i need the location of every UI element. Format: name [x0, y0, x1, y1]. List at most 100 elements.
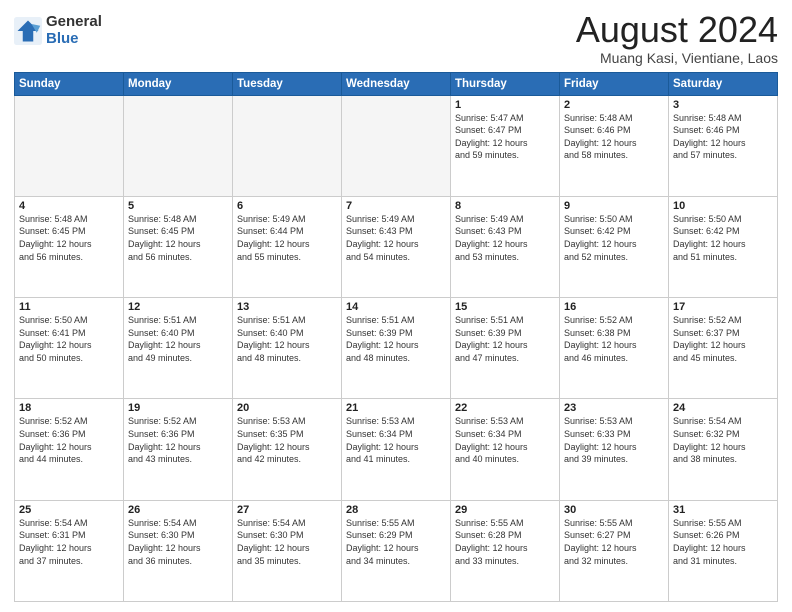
logo: General Blue	[14, 14, 102, 47]
calendar-week-3: 11Sunrise: 5:50 AM Sunset: 6:41 PM Dayli…	[15, 298, 778, 399]
day-info: Sunrise: 5:53 AM Sunset: 6:33 PM Dayligh…	[564, 415, 664, 465]
calendar-cell: 20Sunrise: 5:53 AM Sunset: 6:35 PM Dayli…	[233, 399, 342, 500]
day-number: 2	[564, 99, 664, 111]
calendar-cell: 16Sunrise: 5:52 AM Sunset: 6:38 PM Dayli…	[560, 298, 669, 399]
calendar-week-4: 18Sunrise: 5:52 AM Sunset: 6:36 PM Dayli…	[15, 399, 778, 500]
day-info: Sunrise: 5:53 AM Sunset: 6:34 PM Dayligh…	[455, 415, 555, 465]
day-info: Sunrise: 5:52 AM Sunset: 6:38 PM Dayligh…	[564, 314, 664, 364]
calendar-cell: 9Sunrise: 5:50 AM Sunset: 6:42 PM Daylig…	[560, 196, 669, 297]
day-info: Sunrise: 5:49 AM Sunset: 6:43 PM Dayligh…	[455, 213, 555, 263]
col-tuesday: Tuesday	[233, 72, 342, 95]
day-info: Sunrise: 5:50 AM Sunset: 6:41 PM Dayligh…	[19, 314, 119, 364]
day-number: 3	[673, 99, 773, 111]
day-info: Sunrise: 5:49 AM Sunset: 6:43 PM Dayligh…	[346, 213, 446, 263]
calendar-cell: 1Sunrise: 5:47 AM Sunset: 6:47 PM Daylig…	[451, 95, 560, 196]
day-info: Sunrise: 5:51 AM Sunset: 6:40 PM Dayligh…	[128, 314, 228, 364]
day-number: 13	[237, 301, 337, 313]
day-number: 24	[673, 402, 773, 414]
calendar-cell: 27Sunrise: 5:54 AM Sunset: 6:30 PM Dayli…	[233, 500, 342, 601]
day-number: 18	[19, 402, 119, 414]
day-info: Sunrise: 5:50 AM Sunset: 6:42 PM Dayligh…	[564, 213, 664, 263]
day-info: Sunrise: 5:55 AM Sunset: 6:28 PM Dayligh…	[455, 517, 555, 567]
day-info: Sunrise: 5:48 AM Sunset: 6:45 PM Dayligh…	[19, 213, 119, 263]
header: General Blue August 2024 Muang Kasi, Vie…	[14, 10, 778, 66]
logo-text: General Blue	[46, 14, 102, 47]
calendar-cell: 30Sunrise: 5:55 AM Sunset: 6:27 PM Dayli…	[560, 500, 669, 601]
calendar-week-5: 25Sunrise: 5:54 AM Sunset: 6:31 PM Dayli…	[15, 500, 778, 601]
calendar-cell	[15, 95, 124, 196]
day-info: Sunrise: 5:52 AM Sunset: 6:36 PM Dayligh…	[128, 415, 228, 465]
calendar-cell: 23Sunrise: 5:53 AM Sunset: 6:33 PM Dayli…	[560, 399, 669, 500]
day-info: Sunrise: 5:53 AM Sunset: 6:35 PM Dayligh…	[237, 415, 337, 465]
calendar-cell: 24Sunrise: 5:54 AM Sunset: 6:32 PM Dayli…	[669, 399, 778, 500]
day-number: 15	[455, 301, 555, 313]
calendar-cell	[124, 95, 233, 196]
day-number: 11	[19, 301, 119, 313]
calendar-cell	[342, 95, 451, 196]
calendar-cell	[233, 95, 342, 196]
main-title: August 2024	[576, 10, 778, 50]
day-number: 28	[346, 504, 446, 516]
day-number: 30	[564, 504, 664, 516]
calendar-cell: 25Sunrise: 5:54 AM Sunset: 6:31 PM Dayli…	[15, 500, 124, 601]
day-number: 10	[673, 200, 773, 212]
title-block: August 2024 Muang Kasi, Vientiane, Laos	[576, 10, 778, 66]
calendar-cell: 19Sunrise: 5:52 AM Sunset: 6:36 PM Dayli…	[124, 399, 233, 500]
day-number: 17	[673, 301, 773, 313]
logo-icon	[14, 17, 42, 45]
page: General Blue August 2024 Muang Kasi, Vie…	[0, 0, 792, 612]
calendar-week-1: 1Sunrise: 5:47 AM Sunset: 6:47 PM Daylig…	[15, 95, 778, 196]
day-number: 26	[128, 504, 228, 516]
calendar-cell: 14Sunrise: 5:51 AM Sunset: 6:39 PM Dayli…	[342, 298, 451, 399]
logo-blue-text: Blue	[46, 31, 102, 48]
calendar-cell: 28Sunrise: 5:55 AM Sunset: 6:29 PM Dayli…	[342, 500, 451, 601]
day-number: 27	[237, 504, 337, 516]
day-number: 29	[455, 504, 555, 516]
day-info: Sunrise: 5:51 AM Sunset: 6:40 PM Dayligh…	[237, 314, 337, 364]
calendar-cell: 11Sunrise: 5:50 AM Sunset: 6:41 PM Dayli…	[15, 298, 124, 399]
calendar-cell: 5Sunrise: 5:48 AM Sunset: 6:45 PM Daylig…	[124, 196, 233, 297]
day-number: 6	[237, 200, 337, 212]
day-info: Sunrise: 5:55 AM Sunset: 6:29 PM Dayligh…	[346, 517, 446, 567]
calendar-cell: 21Sunrise: 5:53 AM Sunset: 6:34 PM Dayli…	[342, 399, 451, 500]
day-number: 5	[128, 200, 228, 212]
calendar-cell: 8Sunrise: 5:49 AM Sunset: 6:43 PM Daylig…	[451, 196, 560, 297]
calendar-cell: 2Sunrise: 5:48 AM Sunset: 6:46 PM Daylig…	[560, 95, 669, 196]
day-info: Sunrise: 5:49 AM Sunset: 6:44 PM Dayligh…	[237, 213, 337, 263]
calendar-cell: 12Sunrise: 5:51 AM Sunset: 6:40 PM Dayli…	[124, 298, 233, 399]
col-sunday: Sunday	[15, 72, 124, 95]
col-thursday: Thursday	[451, 72, 560, 95]
day-number: 19	[128, 402, 228, 414]
day-info: Sunrise: 5:52 AM Sunset: 6:36 PM Dayligh…	[19, 415, 119, 465]
day-number: 12	[128, 301, 228, 313]
day-info: Sunrise: 5:51 AM Sunset: 6:39 PM Dayligh…	[346, 314, 446, 364]
day-info: Sunrise: 5:54 AM Sunset: 6:32 PM Dayligh…	[673, 415, 773, 465]
day-info: Sunrise: 5:55 AM Sunset: 6:27 PM Dayligh…	[564, 517, 664, 567]
calendar-cell: 10Sunrise: 5:50 AM Sunset: 6:42 PM Dayli…	[669, 196, 778, 297]
calendar-cell: 17Sunrise: 5:52 AM Sunset: 6:37 PM Dayli…	[669, 298, 778, 399]
subtitle: Muang Kasi, Vientiane, Laos	[576, 50, 778, 66]
day-number: 1	[455, 99, 555, 111]
day-number: 25	[19, 504, 119, 516]
day-number: 16	[564, 301, 664, 313]
day-number: 14	[346, 301, 446, 313]
day-info: Sunrise: 5:52 AM Sunset: 6:37 PM Dayligh…	[673, 314, 773, 364]
day-info: Sunrise: 5:48 AM Sunset: 6:45 PM Dayligh…	[128, 213, 228, 263]
day-info: Sunrise: 5:55 AM Sunset: 6:26 PM Dayligh…	[673, 517, 773, 567]
day-info: Sunrise: 5:54 AM Sunset: 6:30 PM Dayligh…	[237, 517, 337, 567]
day-info: Sunrise: 5:50 AM Sunset: 6:42 PM Dayligh…	[673, 213, 773, 263]
day-number: 21	[346, 402, 446, 414]
calendar-cell: 15Sunrise: 5:51 AM Sunset: 6:39 PM Dayli…	[451, 298, 560, 399]
col-friday: Friday	[560, 72, 669, 95]
day-info: Sunrise: 5:47 AM Sunset: 6:47 PM Dayligh…	[455, 112, 555, 162]
col-saturday: Saturday	[669, 72, 778, 95]
calendar-cell: 6Sunrise: 5:49 AM Sunset: 6:44 PM Daylig…	[233, 196, 342, 297]
calendar-table: Sunday Monday Tuesday Wednesday Thursday…	[14, 72, 778, 602]
day-info: Sunrise: 5:54 AM Sunset: 6:30 PM Dayligh…	[128, 517, 228, 567]
day-info: Sunrise: 5:54 AM Sunset: 6:31 PM Dayligh…	[19, 517, 119, 567]
calendar-cell: 13Sunrise: 5:51 AM Sunset: 6:40 PM Dayli…	[233, 298, 342, 399]
day-number: 4	[19, 200, 119, 212]
day-info: Sunrise: 5:48 AM Sunset: 6:46 PM Dayligh…	[673, 112, 773, 162]
day-info: Sunrise: 5:53 AM Sunset: 6:34 PM Dayligh…	[346, 415, 446, 465]
calendar-cell: 29Sunrise: 5:55 AM Sunset: 6:28 PM Dayli…	[451, 500, 560, 601]
